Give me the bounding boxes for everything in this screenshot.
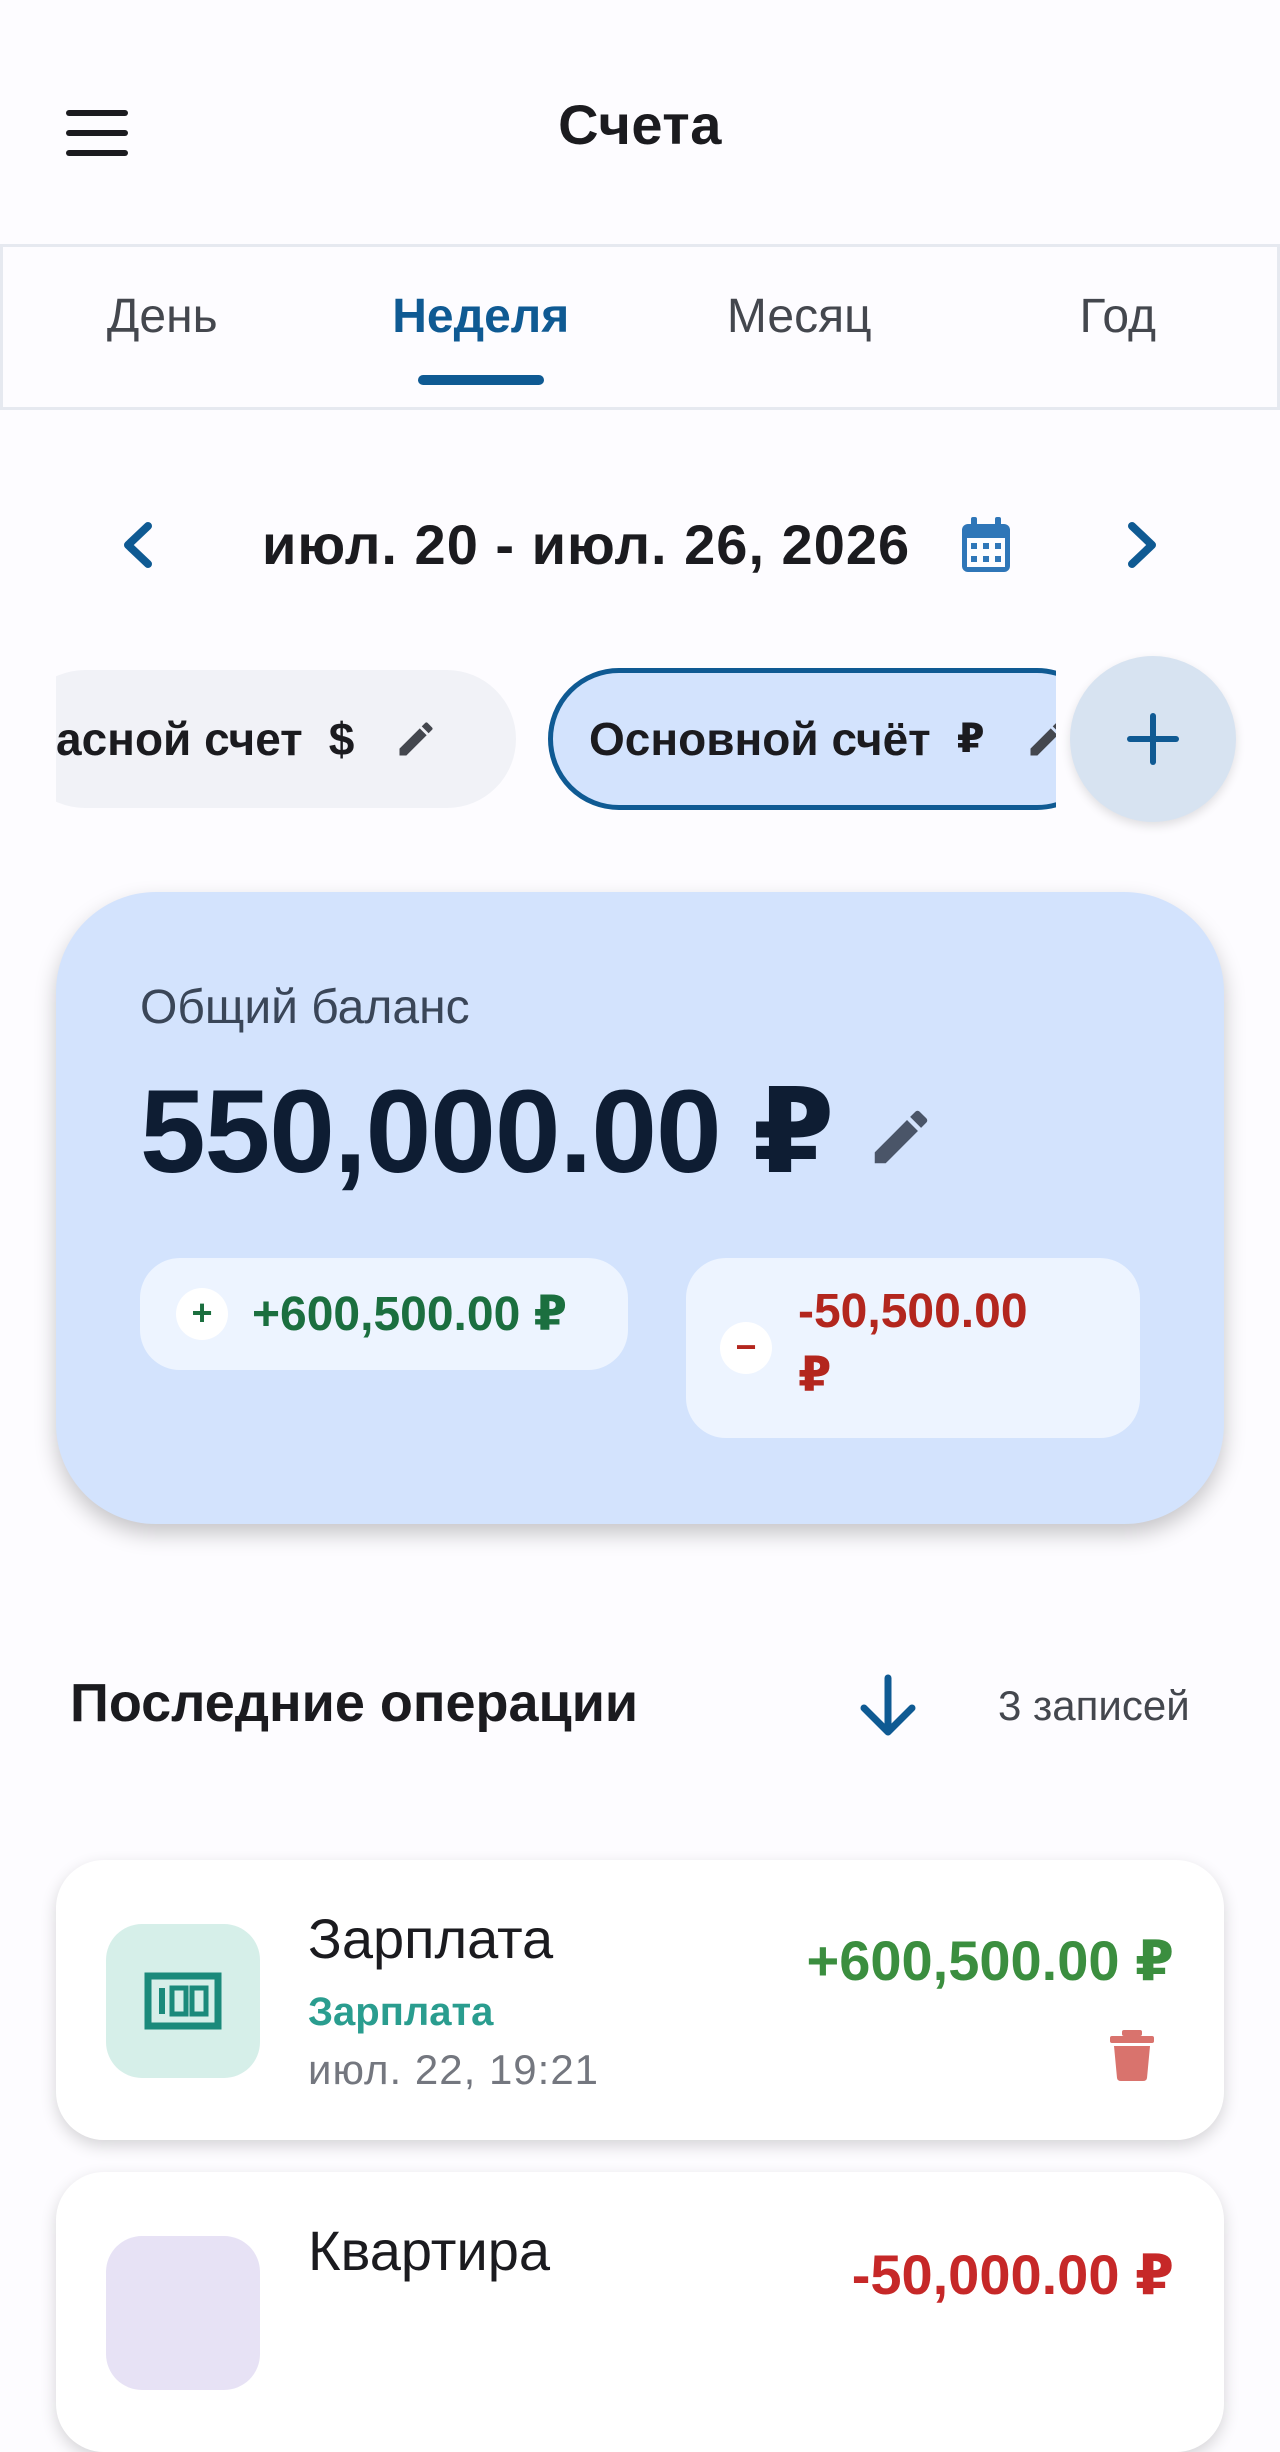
- period-tabs: День Неделя Месяц Год: [0, 244, 1280, 410]
- operation-title: Зарплата: [308, 1907, 554, 1970]
- add-account-button[interactable]: [1070, 656, 1236, 822]
- tab-year[interactable]: Год: [959, 247, 1278, 407]
- tab-day[interactable]: День: [3, 247, 322, 407]
- expense-amount-currency: ₽: [798, 1349, 832, 1402]
- edit-icon[interactable]: [1025, 717, 1056, 761]
- operation-date: июл. 22, 19:21: [308, 2046, 600, 2093]
- sort-down-icon[interactable]: [850, 1668, 926, 1744]
- page-title: Счета: [558, 93, 722, 156]
- operation-amount: +600,500.00 ₽: [806, 1929, 1175, 1992]
- minus-icon: −: [720, 1322, 772, 1374]
- balance-label: Общий баланс: [140, 981, 470, 1034]
- account-currency: $: [328, 713, 355, 765]
- income-amount: +600,500.00 ₽: [252, 1288, 567, 1341]
- operations-count: 3 записей: [998, 1682, 1190, 1729]
- plus-icon: [1127, 713, 1179, 765]
- balance-amount: 550,000.00 ₽: [140, 1066, 834, 1198]
- tab-label: Год: [1079, 290, 1156, 343]
- active-tab-indicator: [417, 375, 544, 385]
- operation-amount: -50,000.00 ₽: [851, 2243, 1174, 2306]
- date-range-navigator: июл. 20 - июл. 26, 2026: [0, 500, 1280, 590]
- date-range-label[interactable]: июл. 20 - июл. 26, 2026: [262, 512, 910, 577]
- account-currency: ₽: [956, 717, 985, 761]
- top-app-bar: Счета: [0, 0, 1280, 245]
- recent-operations-title: Последние операции: [70, 1673, 639, 1733]
- home-icon: [106, 2236, 260, 2390]
- expense-summary[interactable]: − -50,500.00 ₽: [686, 1258, 1140, 1438]
- operation-item[interactable]: Квартира -50,000.00 ₽: [56, 2172, 1224, 2452]
- expense-amount-value: -50,500.00: [798, 1285, 1028, 1338]
- operation-item[interactable]: Зарплата Зарплата июл. 22, 19:21 +600,50…: [56, 1860, 1224, 2140]
- expense-amount: -50,500.00 ₽: [798, 1280, 1098, 1408]
- calendar-icon[interactable]: [958, 516, 1014, 576]
- money-icon: [106, 1924, 260, 2078]
- account-name: Основной счёт: [589, 713, 931, 765]
- operation-title: Квартира: [308, 2219, 551, 2282]
- account-chip[interactable]: асной счет $: [56, 670, 516, 808]
- edit-balance-icon[interactable]: [866, 1102, 936, 1172]
- account-chip-selected[interactable]: Основной счёт ₽: [548, 668, 1056, 810]
- chevron-left-icon[interactable]: [104, 510, 174, 580]
- balance-card: Общий баланс 550,000.00 ₽ + +600,500.00 …: [56, 892, 1224, 1524]
- account-chips: асной счет $ Основной счёт ₽: [56, 668, 1056, 810]
- chevron-right-icon[interactable]: [1106, 510, 1176, 580]
- account-name: асной счет: [56, 713, 303, 765]
- tab-month[interactable]: Месяц: [640, 247, 959, 407]
- operation-category: Зарплата: [308, 1990, 494, 2034]
- plus-icon: +: [176, 1288, 228, 1340]
- edit-icon[interactable]: [394, 717, 438, 761]
- tab-label: Неделя: [392, 290, 570, 343]
- tab-week[interactable]: Неделя: [322, 247, 641, 407]
- tab-label: День: [106, 290, 218, 343]
- tab-label: Месяц: [726, 290, 872, 343]
- delete-icon[interactable]: [1108, 2028, 1156, 2082]
- income-summary[interactable]: + +600,500.00 ₽: [140, 1258, 628, 1370]
